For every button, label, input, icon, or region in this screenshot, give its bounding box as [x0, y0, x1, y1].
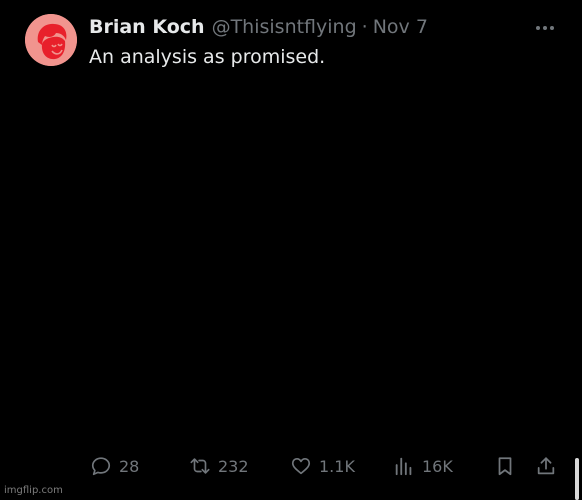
- heart-icon: [291, 458, 311, 475]
- imgflip-watermark: imgflip.com: [4, 485, 63, 496]
- scrollbar[interactable]: [575, 458, 579, 500]
- separator-dot: ·: [361, 16, 368, 38]
- author-handle[interactable]: @Thisisntflying: [212, 14, 357, 40]
- views-button[interactable]: 16K: [393, 453, 453, 479]
- more-horizontal-icon: [536, 26, 554, 30]
- tweet-date[interactable]: Nov 7: [373, 14, 428, 40]
- bookmark-icon: [498, 457, 512, 476]
- bookmark-button[interactable]: [494, 453, 516, 479]
- tweet-text: An analysis as promised.: [89, 46, 326, 68]
- share-icon: [537, 457, 555, 475]
- tweet-actions: 28 232 1.1K 16K: [0, 453, 582, 479]
- author-name[interactable]: Brian Koch: [89, 14, 205, 40]
- tweet-header: Brian Koch @Thisisntflying · Nov 7: [89, 14, 428, 40]
- like-button[interactable]: 1.1K: [290, 453, 355, 479]
- more-options-button[interactable]: [533, 18, 557, 38]
- cartoon-face-icon: [25, 14, 77, 66]
- retweet-icon: [190, 458, 210, 474]
- avatar[interactable]: [25, 14, 77, 66]
- tweet: Brian Koch @Thisisntflying · Nov 7 An an…: [0, 0, 582, 500]
- reply-button[interactable]: 28: [90, 453, 139, 479]
- retweet-button[interactable]: 232: [189, 453, 249, 479]
- reply-count: 28: [119, 456, 140, 476]
- reply-icon: [91, 457, 111, 476]
- share-button[interactable]: [535, 453, 557, 479]
- analytics-icon: [395, 457, 412, 476]
- views-count: 16K: [422, 456, 453, 476]
- retweet-count: 232: [218, 456, 249, 476]
- like-count: 1.1K: [319, 456, 355, 476]
